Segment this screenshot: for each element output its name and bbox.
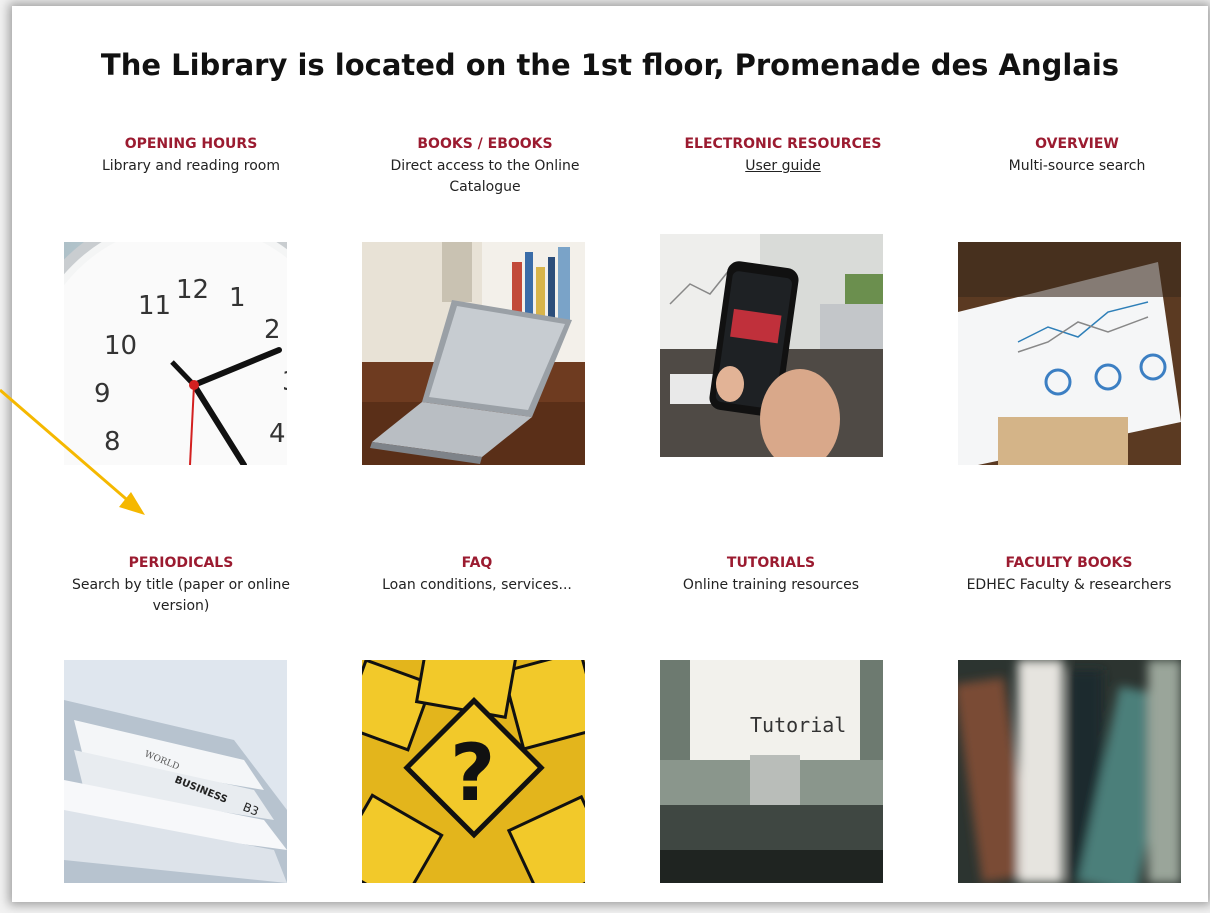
tile-title[interactable]: ELECTRONIC RESOURCES xyxy=(648,136,918,152)
question-mark-signs-image[interactable]: ? xyxy=(362,660,585,883)
tile-electronic-resources[interactable]: ELECTRONIC RESOURCES User guide xyxy=(648,136,918,177)
tile-faq[interactable]: FAQ Loan conditions, services... xyxy=(342,555,612,596)
smartphone-in-hand-image[interactable] xyxy=(660,234,883,457)
tile-subtitle: Online training resources xyxy=(682,577,860,593)
newspapers-image[interactable]: BUSINESS B3 WORLD xyxy=(64,660,287,883)
clock-number: 1 xyxy=(229,283,246,313)
tile-subtitle: Loan conditions, services... xyxy=(382,577,572,593)
tile-tutorials[interactable]: TUTORIALS Online training resources xyxy=(636,555,906,596)
tile-overview[interactable]: OVERVIEW Multi-source search xyxy=(942,136,1208,177)
tile-title[interactable]: OVERVIEW xyxy=(942,136,1208,152)
clock-number: 3 xyxy=(282,367,287,397)
tile-title[interactable]: TUTORIALS xyxy=(636,555,906,571)
typewriter-tutorial-image[interactable]: Tutorial xyxy=(660,660,883,883)
tile-subtitle: EDHEC Faculty & researchers xyxy=(966,577,1172,593)
annotation-arrow-icon xyxy=(0,388,145,515)
tile-title[interactable]: PERIODICALS xyxy=(46,555,316,571)
clock-number: 4 xyxy=(269,419,286,449)
tile-subtitle: Multi-source search xyxy=(1008,158,1146,174)
tile-subtitle: Search by title (paper or online version… xyxy=(71,577,291,614)
tile-subtitle: Direct access to the Online Catalogue xyxy=(390,158,580,195)
tile-title[interactable]: FACULTY BOOKS xyxy=(934,555,1204,571)
svg-text:?: ? xyxy=(450,729,495,819)
laptop-on-desk-image[interactable] xyxy=(362,242,585,465)
tile-periodicals[interactable]: PERIODICALS Search by title (paper or on… xyxy=(46,555,316,617)
tile-books-ebooks[interactable]: BOOKS / EBOOKS Direct access to the Onli… xyxy=(350,136,620,198)
report-charts-image[interactable] xyxy=(958,242,1181,465)
clock-number: 2 xyxy=(264,315,281,345)
tile-title[interactable]: BOOKS / EBOOKS xyxy=(350,136,620,152)
blurred-bookshelf-image[interactable] xyxy=(958,660,1181,883)
tile-faculty-books[interactable]: FACULTY BOOKS EDHEC Faculty & researcher… xyxy=(934,555,1204,596)
typewriter-text: Tutorial xyxy=(750,713,846,737)
user-guide-link[interactable]: User guide xyxy=(648,156,918,177)
tile-title[interactable]: FAQ xyxy=(342,555,612,571)
